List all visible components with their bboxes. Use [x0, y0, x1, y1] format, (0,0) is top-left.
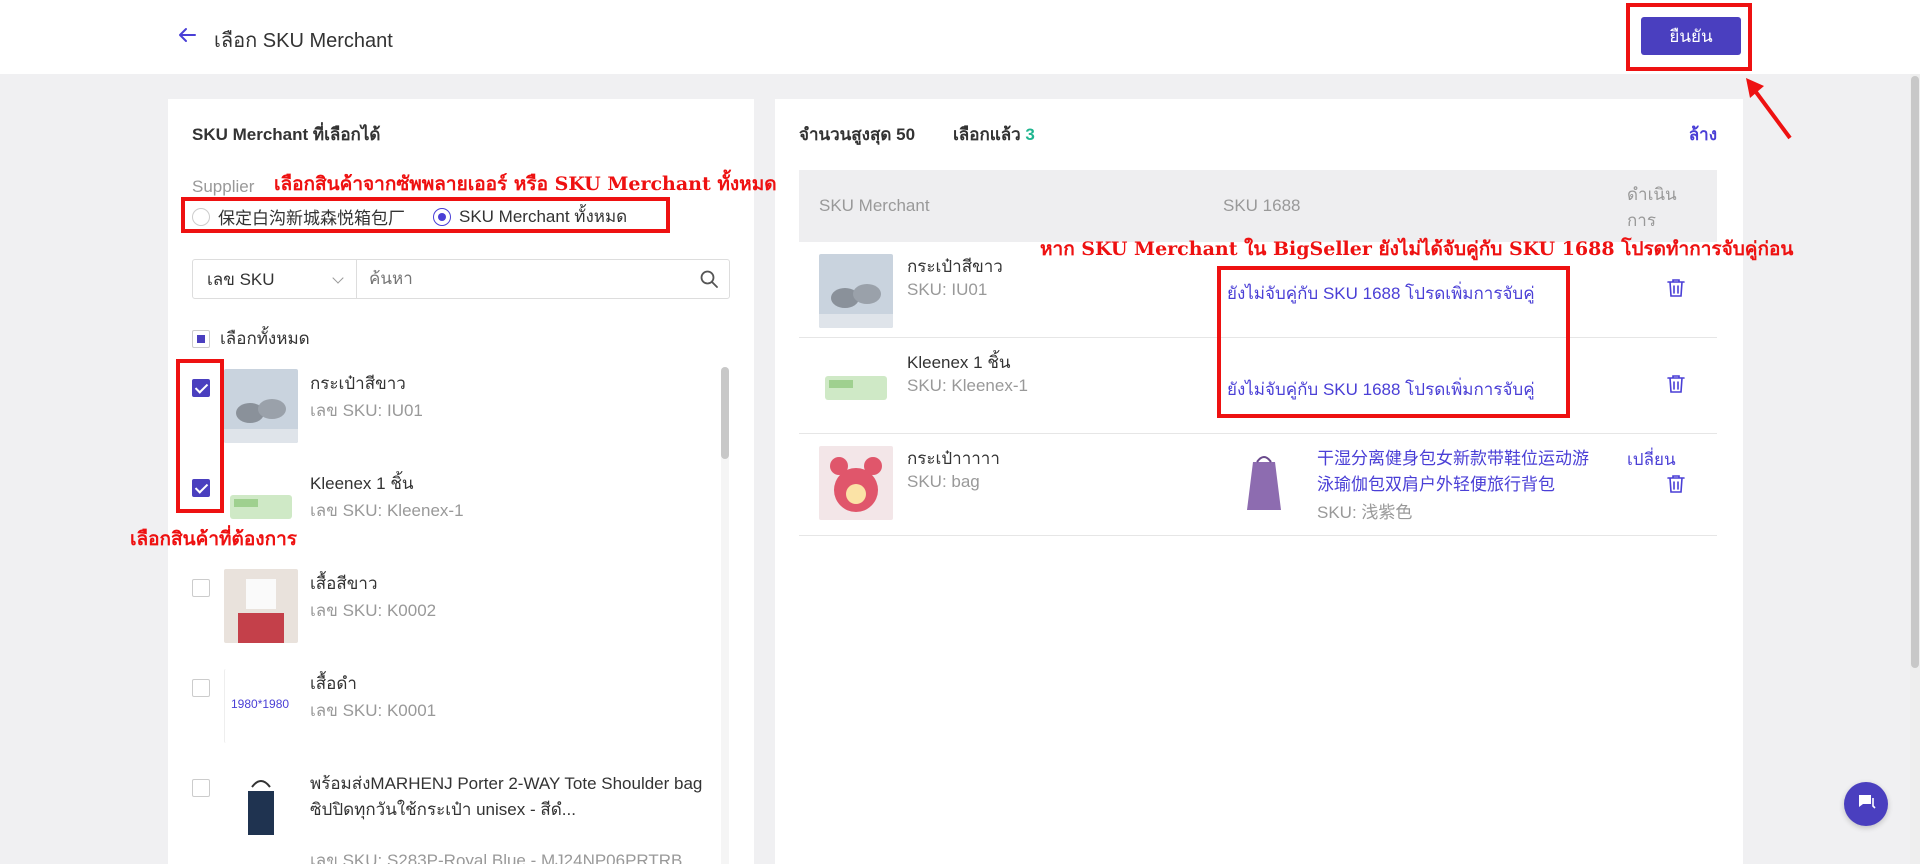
item-sku: เลข SKU: IU01	[310, 401, 423, 420]
list-item[interactable]: กระเป๋าสีขาว เลข SKU: IU01	[192, 369, 712, 469]
col-1688: SKU 1688	[1223, 196, 1301, 215]
search-icon[interactable]	[689, 260, 729, 298]
annotation-match-note: หาก SKU Merchant ใน BigSeller ยังไม่ได้จ…	[1040, 238, 1794, 260]
panel-title: SKU Merchant ที่เลือกได้	[192, 125, 381, 144]
chat-button[interactable]	[1844, 782, 1888, 826]
item-checkbox[interactable]	[192, 579, 210, 597]
list-item[interactable]: Kleenex 1 ชิ้น เลข SKU: Kleenex-1	[192, 469, 712, 569]
search-bar: เลข SKU	[192, 259, 730, 299]
clear-link[interactable]: ล้าง	[1689, 121, 1717, 148]
list-scrollbar-thumb[interactable]	[721, 367, 729, 459]
list-item[interactable]: 1980*1980 เสื้อดำ เลข SKU: K0001	[192, 669, 712, 769]
item-checkbox[interactable]	[192, 679, 210, 697]
item-name: พร้อมส่งMARHENJ Porter 2-WAY Tote Should…	[310, 774, 703, 819]
product-image	[819, 446, 893, 520]
page-scrollbar[interactable]	[1910, 74, 1920, 864]
item-checkbox[interactable]	[192, 779, 210, 797]
select-all-checkbox[interactable]	[192, 329, 210, 348]
annotation-box-checkboxes	[176, 359, 224, 513]
selected-sku-panel: จำนวนสูงสุด 50 เลือกแล้ว 3 ล้าง SKU Merc…	[775, 99, 1743, 864]
trash-icon[interactable]	[1667, 474, 1685, 499]
change-link[interactable]: เปลี่ยน	[1627, 446, 1676, 473]
product-image	[819, 350, 893, 424]
product-image	[819, 254, 893, 328]
table-header: SKU Merchant SKU 1688 ดำเนินการ	[799, 170, 1717, 242]
search-type-select[interactable]: เลข SKU	[193, 260, 357, 298]
placeholder-size-text: 1980*1980	[231, 697, 290, 711]
matched-product-image	[1227, 446, 1301, 520]
annotation-supplier-note: เลือกสินค้าจากซัพพลายเออร์ หรือ SKU Merc…	[274, 173, 777, 195]
item-sku: เลข SKU: Kleenex-1	[310, 501, 464, 520]
selected-count: 3	[1025, 125, 1035, 144]
annotation-box-confirm	[1626, 3, 1752, 71]
product-image	[224, 769, 298, 843]
product-image	[224, 369, 298, 443]
annotation-box-unmatched	[1217, 266, 1570, 418]
select-all-label: เลือกทั้งหมด	[220, 329, 310, 348]
annotation-box-source	[181, 197, 670, 233]
product-image-placeholder: 1980*1980	[224, 669, 298, 743]
list-item[interactable]: พร้อมส่งMARHENJ Porter 2-WAY Tote Should…	[192, 769, 712, 864]
annotation-arrow-icon	[1746, 78, 1792, 140]
item-sku: เลข SKU: K0001	[310, 701, 437, 720]
page-title: เลือก SKU Merchant	[214, 30, 393, 52]
page-scrollbar-thumb[interactable]	[1911, 76, 1919, 668]
product-image	[224, 569, 298, 643]
matched-sku: SKU: 浅紫色	[1317, 503, 1413, 522]
annotation-select-note: เลือกสินค้าที่ต้องการ	[130, 528, 297, 550]
item-name: เสื้อดำ	[310, 674, 357, 693]
row-sku: SKU: IU01	[907, 280, 988, 299]
search-type-value: เลข SKU	[207, 269, 275, 289]
col-merchant: SKU Merchant	[819, 196, 930, 215]
item-sku: เลข SKU: K0002	[310, 601, 437, 620]
chat-icon	[1856, 793, 1876, 816]
trash-icon[interactable]	[1667, 374, 1685, 399]
supplier-label: Supplier	[192, 177, 255, 196]
col-ops: ดำเนินการ	[1627, 185, 1677, 230]
max-count-label: จำนวนสูงสุด 50	[799, 125, 916, 144]
chevron-down-icon	[332, 272, 344, 284]
item-name: กระเป๋าสีขาว	[310, 374, 406, 393]
selected-label: เลือกแล้ว	[953, 125, 1021, 144]
list-scrollbar[interactable]	[721, 367, 729, 864]
sku-list: กระเป๋าสีขาว เลข SKU: IU01 Kleenex 1 ชิ้…	[168, 357, 728, 864]
trash-icon[interactable]	[1667, 278, 1685, 303]
list-item[interactable]: เสื้อสีขาว เลข SKU: K0002	[192, 569, 712, 669]
item-name: Kleenex 1 ชิ้น	[310, 474, 414, 493]
search-input[interactable]	[357, 260, 689, 298]
selected-count-label: เลือกแล้ว 3	[953, 121, 1035, 148]
back-arrow-icon[interactable]	[176, 24, 198, 52]
item-sku: เลข SKU: S283P-Royal Blue - MJ24NP06PRTR…	[310, 851, 683, 864]
select-all-row[interactable]: เลือกทั้งหมด	[192, 325, 310, 352]
item-name: เสื้อสีขาว	[310, 574, 378, 593]
matched-product-name[interactable]: 干湿分离健身包女新款带鞋位运动游泳瑜伽包双肩户外轻便旅行背包	[1317, 446, 1597, 498]
row-sku: SKU: bag	[907, 472, 980, 491]
row-sku: SKU: Kleenex-1	[907, 376, 1028, 395]
table-row: กระเป๋าาาาา SKU: bag 干湿分离健身包女新款带鞋位运动游泳瑜伽…	[799, 434, 1717, 536]
